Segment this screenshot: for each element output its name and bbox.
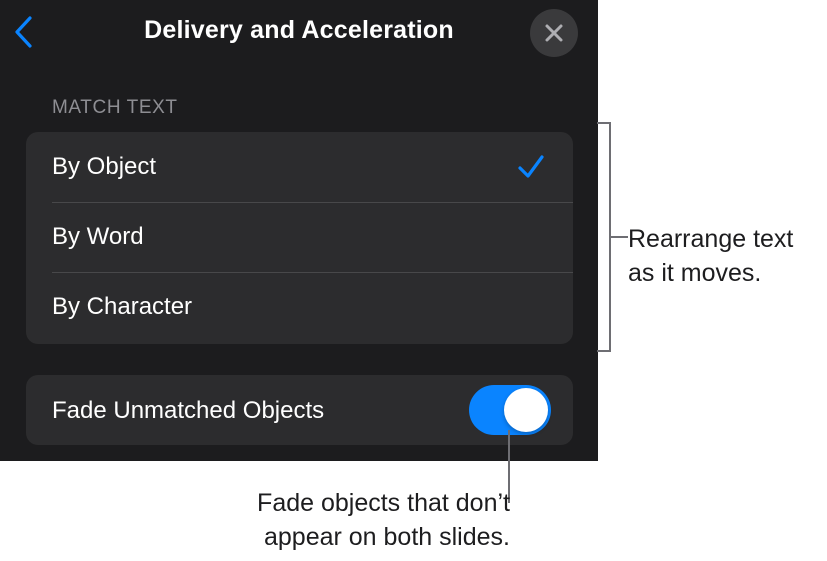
- fade-unmatched-row: Fade Unmatched Objects: [26, 375, 573, 445]
- callout-match-text: Rearrange text as it moves.: [628, 222, 793, 290]
- close-button[interactable]: [530, 9, 578, 57]
- option-label: By Word: [52, 223, 144, 250]
- option-by-object[interactable]: By Object: [26, 132, 573, 202]
- nav-bar: Delivery and Acceleration: [0, 0, 598, 66]
- switch-knob: [504, 388, 548, 432]
- match-text-header: MATCH TEXT: [52, 97, 178, 118]
- close-icon: [545, 24, 563, 42]
- stage: Delivery and Acceleration MATCH TEXT By …: [0, 0, 827, 561]
- callout-fade: Fade objects that don’t appear on both s…: [150, 486, 510, 554]
- match-text-options: By Object By Word By Character: [26, 132, 573, 344]
- option-by-character[interactable]: By Character: [26, 272, 573, 342]
- checkmark-icon: [518, 155, 544, 178]
- callout-connector: [610, 236, 628, 238]
- callout-line: Fade objects that don’t: [257, 489, 510, 517]
- option-by-word[interactable]: By Word: [26, 202, 573, 272]
- fade-unmatched-switch[interactable]: [469, 385, 551, 435]
- callout-line: Rearrange text: [628, 225, 794, 253]
- settings-panel: Delivery and Acceleration MATCH TEXT By …: [0, 0, 598, 461]
- callout-line: appear on both slides.: [263, 523, 510, 551]
- option-label: By Object: [52, 153, 157, 180]
- page-title: Delivery and Acceleration: [144, 16, 454, 44]
- fade-unmatched-label: Fade Unmatched Objects: [52, 397, 325, 424]
- option-label: By Character: [52, 293, 193, 320]
- callout-line: as it moves.: [628, 259, 762, 287]
